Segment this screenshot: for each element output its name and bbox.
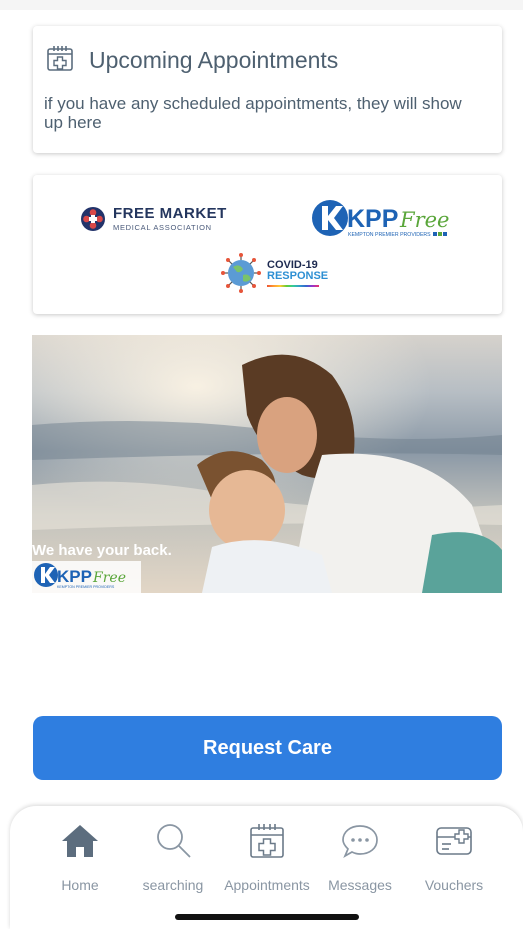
upcoming-appointments-card[interactable]: Upcoming Appointments if you have any sc… — [33, 26, 502, 153]
search-icon — [153, 822, 193, 865]
tab-vouchers-label: Vouchers — [424, 877, 484, 893]
tab-home[interactable]: Home — [34, 822, 126, 893]
partner-logos-card: FREE MARKET MEDICAL ASSOCIATION KPP Free… — [33, 175, 502, 314]
covid-title: COVID-19 — [267, 258, 318, 271]
free-market-medical-logo: FREE MARKET MEDICAL ASSOCIATION — [80, 205, 227, 232]
home-indicator — [175, 914, 359, 920]
svg-text:Free: Free — [92, 570, 126, 586]
fmma-name: FREE MARKET — [113, 205, 227, 222]
kpp-free-logo: KPP Free KEMPTON PREMIER PROVIDERS — [309, 197, 465, 246]
fmma-subtitle: MEDICAL ASSOCIATION — [113, 223, 212, 232]
banner-tagline: We have your back. — [32, 542, 172, 559]
home-icon — [60, 822, 100, 865]
fmma-emblem-icon — [81, 206, 105, 231]
globe-virus-icon — [221, 253, 261, 293]
appointments-description: if you have any scheduled appointments, … — [44, 94, 462, 132]
svg-text:KEMPTON PREMIER PROVIDERS: KEMPTON PREMIER PROVIDERS — [57, 585, 115, 589]
svg-text:Free: Free — [399, 208, 449, 232]
promo-banner-photo[interactable]: We have your back. KPP Free KEMPTON PREM… — [32, 335, 502, 593]
tab-appointments[interactable]: Appointments — [221, 822, 313, 893]
tab-searching-label: searching — [142, 877, 204, 893]
calendar-plus-icon — [46, 44, 74, 77]
request-care-button[interactable]: Request Care — [33, 716, 502, 780]
chat-bubble-icon — [340, 822, 380, 865]
tab-vouchers[interactable]: Vouchers — [408, 822, 500, 893]
covid-color-bar — [267, 284, 319, 287]
svg-text:KEMPTON PREMIER PROVIDERS: KEMPTON PREMIER PROVIDERS — [348, 232, 431, 238]
tab-appointments-label: Appointments — [224, 877, 310, 893]
svg-text:KPP: KPP — [347, 205, 398, 233]
banner-kpp-logo: KPP Free KEMPTON PREMIER PROVIDERS — [32, 561, 141, 593]
tab-messages-label: Messages — [328, 877, 392, 893]
calendar-plus-icon — [247, 822, 287, 865]
tab-messages[interactable]: Messages — [314, 822, 406, 893]
covid-subtitle: RESPONSE — [267, 269, 329, 282]
svg-text:KPP: KPP — [57, 567, 92, 586]
voucher-card-icon — [434, 822, 474, 865]
tab-home-label: Home — [61, 877, 99, 893]
appointments-header: Upcoming Appointments — [46, 44, 338, 77]
appointments-title: Upcoming Appointments — [89, 47, 339, 73]
bottom-tab-bar: Home searching Appointments Messages Vou… — [10, 806, 523, 929]
covid-response-logo: COVID-19 RESPONSE — [219, 251, 328, 295]
status-bar-area — [0, 0, 523, 10]
tab-searching[interactable]: searching — [127, 822, 219, 893]
